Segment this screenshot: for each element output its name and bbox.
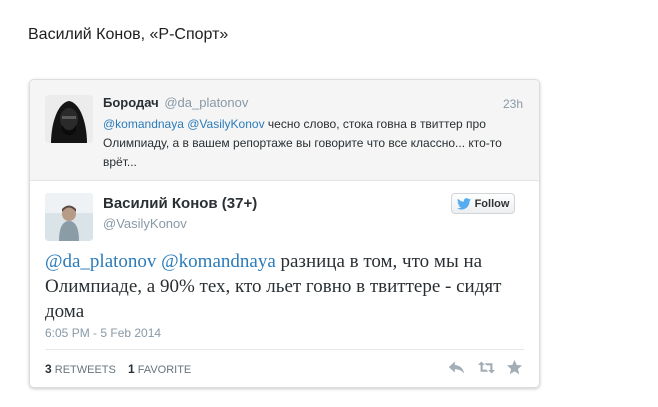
retweets-label: RETWEETS — [54, 364, 116, 376]
follow-label: Follow — [474, 197, 510, 210]
retweets-stat[interactable]: 3 RETWEETS — [45, 362, 119, 376]
embedded-tweet-card: Бородач @da_platonov 23h @komandnaya @Va… — [29, 79, 540, 388]
favorites-count: 1 — [127, 362, 135, 376]
mention-link[interactable]: @komandnaya — [103, 117, 184, 131]
parent-tweet-text: @komandnaya @VasilyKonov чесно слово, ст… — [103, 115, 523, 172]
mention-link[interactable]: @VasilyKonov — [187, 117, 264, 131]
tweet-timestamp[interactable]: 6:05 PM - 5 Feb 2014 — [45, 326, 161, 340]
parent-header: Бородач @da_platonov — [103, 95, 248, 110]
parent-timestamp[interactable]: 23h — [503, 97, 523, 111]
author-avatar[interactable] — [45, 193, 93, 241]
favorites-stat[interactable]: 1 FAVORITE — [127, 362, 192, 376]
tweet-actions — [448, 359, 523, 376]
mention-link[interactable]: @da_platonov — [45, 251, 156, 272]
parent-author-name[interactable]: Бородач — [103, 95, 159, 110]
article-byline: Василий Конов, «Р-Спорт» — [28, 26, 229, 43]
follow-button[interactable]: Follow — [451, 193, 515, 214]
profile-photo-icon — [45, 193, 93, 241]
parent-avatar[interactable] — [45, 95, 93, 143]
star-icon[interactable] — [506, 359, 523, 376]
author-handle[interactable]: @VasilyKonov — [103, 216, 187, 231]
retweets-count: 3 — [45, 362, 52, 376]
parent-tweet: Бородач @da_platonov 23h @komandnaya @Va… — [30, 80, 539, 181]
stats-divider — [45, 349, 524, 350]
twitter-bird-icon — [456, 197, 471, 210]
parent-author-handle[interactable]: @da_platonov — [164, 95, 248, 110]
reply-icon[interactable] — [448, 359, 465, 376]
tweet-text: @da_platonov @komandnaya разница в том, … — [45, 249, 525, 324]
retweet-icon[interactable] — [477, 359, 495, 376]
mention-link[interactable]: @komandnaya — [161, 251, 276, 272]
author-name[interactable]: Василий Конов (37+) — [103, 195, 257, 212]
hooded-figure-icon — [45, 95, 93, 143]
tweet-stats: 3 RETWEETS 1 FAVORITE — [45, 362, 200, 376]
favorites-label: FAVORITE — [137, 364, 192, 376]
